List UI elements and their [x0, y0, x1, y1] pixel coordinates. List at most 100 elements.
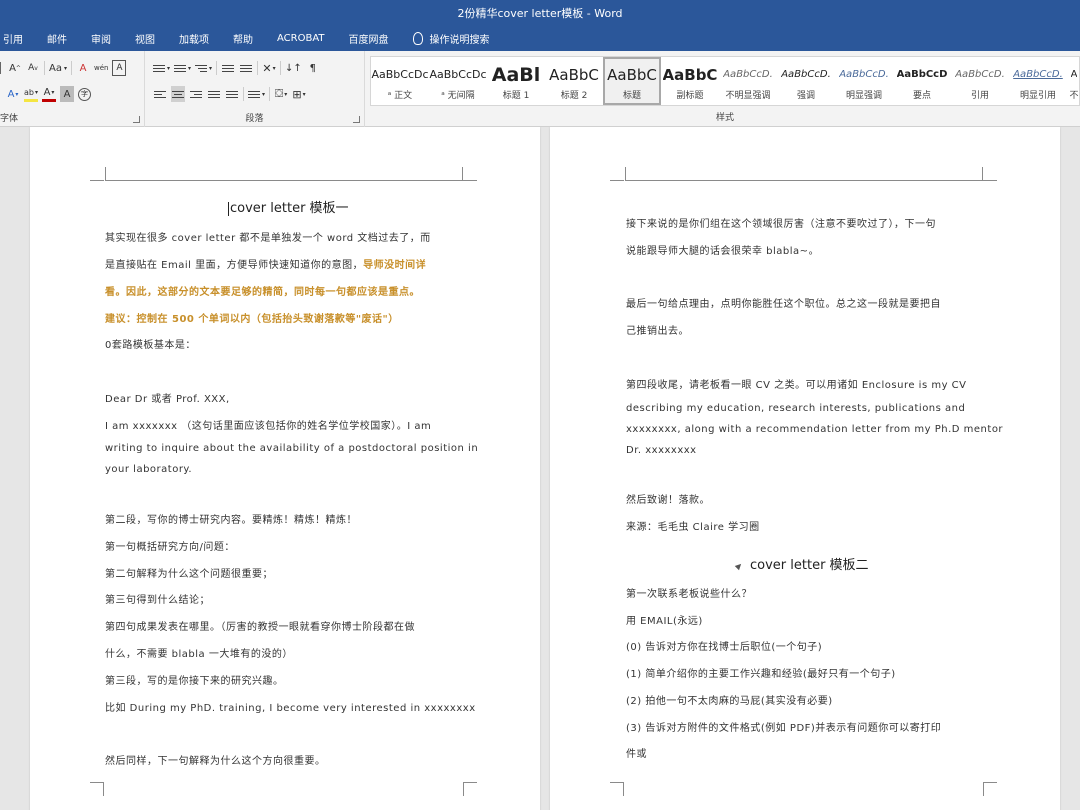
header-margin-marker — [105, 167, 463, 181]
paragraph-line: 说能跟导师大腿的话会很荣幸 blabla~。 — [626, 242, 819, 257]
paragraph-line: Dr. xxxxxxxx — [626, 445, 697, 456]
character-border-icon[interactable]: A — [112, 60, 126, 76]
font-color-icon[interactable]: A▾ — [42, 86, 56, 102]
paragraph-line: (3) 告诉对方附件的文件格式(例如 PDF)并表示有问题你可以寄打印 — [626, 719, 941, 734]
decrease-indent-icon[interactable] — [221, 60, 235, 76]
paragraph-dialog-launcher-icon[interactable] — [353, 116, 360, 123]
style-normal[interactable]: AaBbCcDc ᵃ 正文 — [371, 57, 429, 105]
paragraph-line: 最后一句给点理由，点明你能胜任这个职位。总之这一段就是要把自 — [626, 295, 941, 310]
document-area[interactable]: cover letter 模板一 其实现在很多 cover letter 都不是… — [0, 127, 1080, 810]
phonetic-guide-icon[interactable]: wén — [94, 60, 108, 76]
paragraph-line: 第一次联系老板说些什么？ — [626, 585, 752, 600]
menu-baidu-netdisk[interactable]: 百度网盘 — [337, 31, 401, 46]
multilevel-list-icon[interactable]: ▾ — [195, 60, 212, 76]
paragraph-line: describing my education, research intere… — [626, 403, 965, 414]
menu-acrobat[interactable]: ACROBAT — [265, 33, 337, 44]
collapse-triangle-icon[interactable] — [735, 561, 743, 569]
window-title: 2份精华cover letter模板 - Word — [457, 5, 622, 21]
paragraph-group-label: 段落 — [145, 111, 364, 124]
align-left-icon[interactable] — [153, 86, 167, 102]
line-spacing-icon[interactable]: ▾ — [248, 86, 265, 102]
font-dialog-launcher-icon[interactable] — [133, 116, 140, 123]
crop-mark — [610, 180, 624, 194]
menu-references[interactable]: 引用 — [0, 31, 35, 46]
distributed-icon[interactable] — [225, 86, 239, 102]
clear-formatting-icon[interactable]: A — [76, 60, 90, 76]
separator — [257, 61, 258, 75]
style-intense-emphasis[interactable]: AaBbCcD. 明显强调 — [835, 57, 893, 105]
sort-icon[interactable]: ↓↑ — [285, 60, 302, 76]
highlight-color-icon[interactable]: ab▾ — [24, 86, 38, 102]
separator — [243, 87, 244, 101]
menu-addins[interactable]: 加载项 — [167, 31, 221, 46]
paragraph-line: 其实现在很多 cover letter 都不是单独发一个 word 文档过去了，… — [105, 229, 431, 244]
increase-indent-icon[interactable] — [239, 60, 253, 76]
title-bar: 2份精华cover letter模板 - Word — [0, 0, 1080, 26]
lightbulb-icon — [413, 32, 423, 45]
style-no-spacing[interactable]: AaBbCcDc ᵃ 无间隔 — [429, 57, 487, 105]
style-emphasis[interactable]: AaBbCcD. 强调 — [777, 57, 835, 105]
paragraph-line: 第四段收尾，请老板看一眼 CV 之类。可以用诸如 Enclosure is my… — [626, 376, 967, 391]
tell-me-search[interactable]: 操作说明搜索 — [401, 31, 502, 46]
separator — [71, 61, 72, 75]
highlighted-line: 建议：控制在 500 个单词以内（包括抬头致谢落款等"废话"） — [105, 310, 399, 325]
paragraph-line: Dear Dr 或者 Prof. XXX, — [105, 390, 230, 405]
highlighted-line: 看。因此，这部分的文本要足够的精简，同时每一句都应该是重点。 — [105, 283, 420, 298]
text-cursor — [228, 202, 229, 216]
bullets-icon[interactable]: ▾ — [153, 60, 170, 76]
style-subtle-emphasis[interactable]: AaBbCcD. 不明显强调 — [719, 57, 777, 105]
paragraph-line: xxxxxxxx, along with a recommendation le… — [626, 424, 1003, 435]
paragraph-line: 然后致谢！落款。 — [626, 491, 710, 506]
header-margin-marker — [625, 167, 983, 181]
style-quote[interactable]: AaBbCcD. 引用 — [951, 57, 1009, 105]
style-title[interactable]: AaBbC 标题 — [603, 57, 661, 105]
numbering-icon[interactable]: ▾ — [174, 60, 191, 76]
style-more[interactable]: A 不 — [1067, 57, 1080, 105]
crop-mark — [90, 782, 104, 796]
menu-review[interactable]: 审阅 — [79, 31, 123, 46]
paragraph-line: writing to inquire about the availabilit… — [105, 443, 478, 454]
show-marks-icon[interactable]: ¶ — [306, 60, 320, 76]
enclose-characters-icon[interactable]: 字 — [78, 88, 91, 101]
paragraph-line: I am xxxxxxx （这句话里面应该包括你的姓名学位学校国家）。I am — [105, 417, 431, 432]
borders-icon[interactable]: ⊞▾ — [292, 86, 306, 102]
menu-help[interactable]: 帮助 — [221, 31, 265, 46]
paragraph-line: 什么，不需要 blabla 一大堆有的没的） — [105, 645, 293, 660]
align-right-icon[interactable] — [189, 86, 203, 102]
paragraph-line: 第一句概括研究方向/问题： — [105, 538, 235, 553]
font-size-dropdown[interactable] — [0, 62, 4, 74]
chinese-layout-icon[interactable]: ✕▾ — [262, 60, 276, 76]
menu-view[interactable]: 视图 — [123, 31, 167, 46]
page-left[interactable]: cover letter 模板一 其实现在很多 cover letter 都不是… — [30, 127, 540, 810]
font-group-label: 字体 — [0, 111, 144, 124]
paragraph-group: ▾ ▾ ▾ ✕▾ ↓↑ ¶ ▾ ⛋▾ ⊞▾ 段落 — [145, 51, 365, 127]
paragraph-line: (2) 拍他一句不太肉麻的马屁(其实没有必要) — [626, 692, 833, 707]
change-case-button[interactable]: Aa▾ — [49, 60, 67, 76]
paragraph-line: (1) 简单介绍你的主要工作兴趣和经验(最好只有一个句子) — [626, 665, 896, 680]
justify-icon[interactable] — [207, 86, 221, 102]
style-subtitle[interactable]: AaBbC 副标题 — [661, 57, 719, 105]
paragraph-line: 第三段，写的是你接下来的研究兴趣。 — [105, 672, 284, 687]
paragraph-line: your laboratory. — [105, 464, 192, 475]
align-center-icon[interactable] — [171, 86, 185, 102]
style-strong[interactable]: AaBbCcD 要点 — [893, 57, 951, 105]
text-effects-icon[interactable]: A▾ — [6, 86, 20, 102]
section-title: cover letter 模板二 — [736, 554, 869, 573]
paragraph-line: (0) 告诉对方你在找博士后职位(一个句子) — [626, 638, 822, 653]
menu-mailings[interactable]: 邮件 — [35, 31, 79, 46]
shrink-font-button[interactable]: Av — [26, 60, 40, 76]
style-intense-quote[interactable]: AaBbCcD. 明显引用 — [1009, 57, 1067, 105]
paragraph-line: 用 EMAIL(永远) — [626, 612, 703, 627]
style-heading-1[interactable]: AaBl 标题 1 — [487, 57, 545, 105]
paragraph-line: 第二段，写你的博士研究内容。要精炼！精炼！精炼！ — [105, 511, 357, 526]
page-right[interactable]: 接下来说的是你们组在这个领域很厉害（注意不要吹过了），下一句 说能跟导师大腿的话… — [550, 127, 1060, 810]
grow-font-button[interactable]: A^ — [8, 60, 22, 76]
paragraph-line: 第三句得到什么结论； — [105, 591, 210, 606]
style-heading-2[interactable]: AaBbC 标题 2 — [545, 57, 603, 105]
paragraph-line: 是直接贴在 Email 里面，方便导师快速知道你的意图，导师没时间详 — [105, 256, 426, 271]
paragraph-line: 接下来说的是你们组在这个领域很厉害（注意不要吹过了），下一句 — [626, 215, 936, 230]
character-shading-icon[interactable]: A — [60, 86, 74, 102]
separator — [269, 87, 270, 101]
paragraph-line: 己推销出去。 — [626, 322, 689, 337]
shading-icon[interactable]: ⛋▾ — [274, 86, 288, 102]
